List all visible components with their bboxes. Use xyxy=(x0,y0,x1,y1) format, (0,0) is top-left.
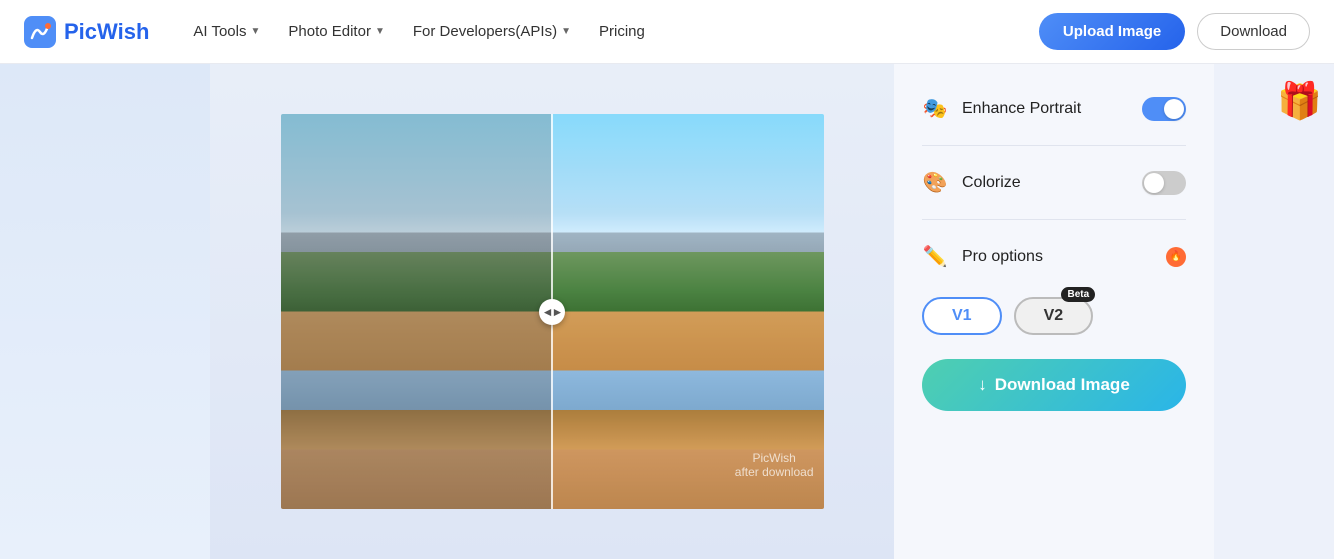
pro-options-label: Pro options xyxy=(962,248,1152,266)
watermark: PicWish after download xyxy=(735,451,814,479)
download-image-button[interactable]: ↓ Download Image xyxy=(922,359,1186,411)
colorize-toggle[interactable] xyxy=(1142,171,1186,195)
nav-ai-tools[interactable]: AI Tools ▼ xyxy=(181,15,272,48)
drag-arrows-icon: ◄► xyxy=(542,305,562,319)
gift-icon[interactable]: 🎁 xyxy=(1277,80,1322,122)
colorize-knob xyxy=(1144,173,1164,193)
colorize-label: Colorize xyxy=(962,174,1128,192)
left-sidebar xyxy=(0,64,210,559)
elephant-image-enhanced xyxy=(551,114,824,509)
nav-photo-editor[interactable]: Photo Editor ▼ xyxy=(276,15,396,48)
divider-1 xyxy=(922,145,1186,146)
nav-pricing[interactable]: Pricing xyxy=(587,15,657,48)
enhance-portrait-knob xyxy=(1164,99,1184,119)
ai-tools-chevron-icon: ▼ xyxy=(250,26,260,37)
compare-drag-handle[interactable]: ◄► xyxy=(539,299,565,325)
enhance-portrait-toggle[interactable] xyxy=(1142,97,1186,121)
elephant-image xyxy=(281,114,551,509)
canvas-area: PicWish after download ◄► xyxy=(210,64,894,559)
pro-options-icon: ✏️ xyxy=(922,244,948,269)
main-nav: AI Tools ▼ Photo Editor ▼ For Developers… xyxy=(181,15,1039,48)
header: PicWish AI Tools ▼ Photo Editor ▼ For De… xyxy=(0,0,1334,64)
image-compare-container: PicWish after download ◄► xyxy=(281,114,824,509)
version-row: V1 Beta V2 xyxy=(922,297,1186,335)
right-controls-panel: 🎭 Enhance Portrait 🎨 Colorize ✏️ Pro opt… xyxy=(894,64,1214,559)
header-actions: Upload Image Download xyxy=(1039,13,1310,50)
image-original xyxy=(281,114,551,509)
upload-image-button[interactable]: Upload Image xyxy=(1039,13,1185,50)
beta-badge: Beta xyxy=(1061,287,1095,302)
for-developers-chevron-icon: ▼ xyxy=(561,26,571,37)
divider-2 xyxy=(922,219,1186,220)
colorize-icon: 🎨 xyxy=(922,170,948,195)
download-button[interactable]: Download xyxy=(1197,13,1310,50)
download-arrow-icon: ↓ xyxy=(978,375,987,395)
nav-for-developers[interactable]: For Developers(APIs) ▼ xyxy=(401,15,583,48)
v1-button[interactable]: V1 xyxy=(922,297,1002,335)
colorize-row: 🎨 Colorize xyxy=(922,170,1186,195)
far-right-panel: 🎁 xyxy=(1214,64,1334,559)
picwish-logo-icon xyxy=(24,16,56,48)
image-enhanced: PicWish after download xyxy=(551,114,824,509)
main-area: PicWish after download ◄► 🎭 Enhance Port… xyxy=(0,64,1334,559)
pro-options-row: ✏️ Pro options 🔥 xyxy=(922,244,1186,269)
enhance-portrait-icon: 🎭 xyxy=(922,96,948,121)
photo-editor-chevron-icon: ▼ xyxy=(375,26,385,37)
pro-badge: 🔥 xyxy=(1166,247,1186,267)
logo-area[interactable]: PicWish xyxy=(24,16,149,48)
enhance-portrait-label: Enhance Portrait xyxy=(962,100,1128,118)
v2-button[interactable]: Beta V2 xyxy=(1014,297,1094,335)
logo-text: PicWish xyxy=(64,19,149,45)
enhance-portrait-row: 🎭 Enhance Portrait xyxy=(922,96,1186,121)
